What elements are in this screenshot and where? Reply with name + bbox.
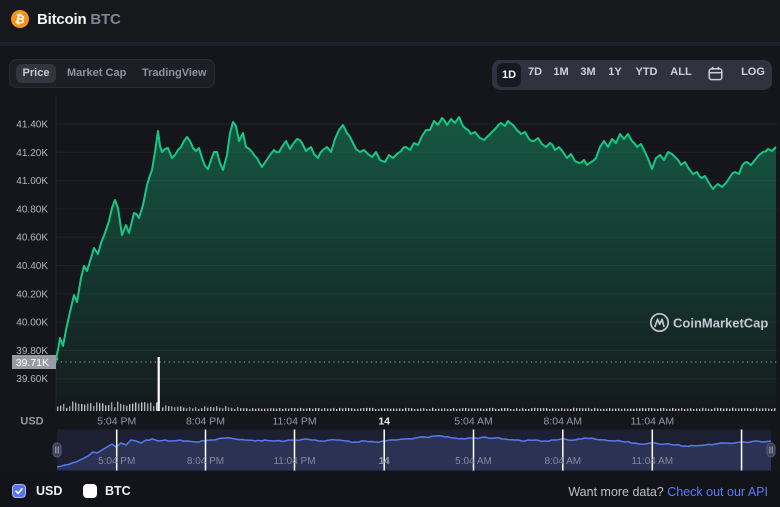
svg-text:11:04 PM: 11:04 PM [272, 416, 316, 428]
svg-text:8:04 AM: 8:04 AM [544, 416, 583, 428]
svg-text:5:04 PM: 5:04 PM [98, 456, 135, 467]
svg-text:5:04 PM: 5:04 PM [97, 416, 136, 428]
svg-text:41.40K: 41.40K [16, 120, 48, 131]
svg-text:11:04 AM: 11:04 AM [631, 416, 675, 428]
svg-text:8:04 AM: 8:04 AM [544, 456, 581, 467]
svg-text:11:04 PM: 11:04 PM [273, 456, 315, 467]
svg-text:41.00K: 41.00K [16, 176, 48, 187]
svg-text:14: 14 [378, 416, 390, 428]
svg-text:39.60K: 39.60K [16, 374, 48, 385]
svg-text:5:04 AM: 5:04 AM [454, 416, 493, 428]
svg-text:40.80K: 40.80K [16, 204, 48, 215]
svg-text:40.00K: 40.00K [16, 318, 48, 329]
svg-text:39.71K: 39.71K [16, 357, 49, 369]
svg-text:5:04 AM: 5:04 AM [455, 456, 492, 467]
svg-text:41.20K: 41.20K [16, 148, 48, 159]
svg-text:CoinMarketCap: CoinMarketCap [673, 316, 768, 331]
svg-text:8:04 PM: 8:04 PM [187, 456, 224, 467]
svg-text:40.60K: 40.60K [16, 233, 48, 244]
svg-text:40.40K: 40.40K [16, 261, 48, 272]
svg-text:8:04 PM: 8:04 PM [186, 416, 225, 428]
svg-text:USD: USD [20, 416, 43, 428]
svg-text:14: 14 [379, 456, 391, 467]
svg-text:11:04 AM: 11:04 AM [632, 456, 674, 467]
svg-text:40.20K: 40.20K [16, 289, 48, 300]
